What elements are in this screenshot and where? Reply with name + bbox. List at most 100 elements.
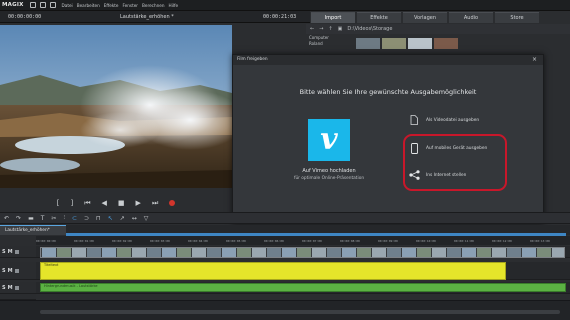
mark-in-icon[interactable]: [	[57, 199, 60, 207]
solo-toggle[interactable]: S	[2, 285, 6, 291]
share-dialog: Film freigeben × Bitte wählen Sie Ihre g…	[232, 54, 544, 224]
close-icon[interactable]: ×	[532, 56, 537, 63]
tab-vorlagen[interactable]: Vorlagen	[403, 12, 447, 23]
clip-frame-thumbnail	[146, 248, 161, 257]
track-settings-icon[interactable]	[14, 249, 19, 254]
range-icon[interactable]: ↔	[132, 215, 137, 222]
clip-frame-thumbnail	[506, 248, 521, 257]
cursor-icon[interactable]: ↖	[108, 215, 113, 222]
cut-icon[interactable]: ✂	[51, 215, 56, 222]
prev-marker-icon[interactable]: ⏮	[84, 199, 90, 208]
clip-frame-thumbnail	[281, 248, 296, 257]
ruler-tick-label: 00:00:11:00	[454, 238, 474, 243]
mute-toggle[interactable]: M	[8, 268, 13, 274]
clip-frame-thumbnail	[446, 248, 461, 257]
record-icon[interactable]	[169, 200, 176, 206]
clip-frame-thumbnail	[71, 248, 86, 257]
prev-frame-icon[interactable]: ◀	[102, 199, 107, 207]
ruler-tick-label: 00:00:00:00	[36, 238, 56, 243]
new-file-icon[interactable]	[29, 2, 36, 8]
clip-frame-thumbnail	[326, 248, 341, 257]
split-icon[interactable]: ⫶	[63, 214, 65, 222]
clip-frame-thumbnail	[266, 248, 281, 257]
horizontal-scrollbar[interactable]	[40, 310, 560, 314]
clip-frame-thumbnail	[401, 248, 416, 257]
solo-toggle[interactable]: S	[2, 249, 6, 255]
tab-store[interactable]: Store	[495, 12, 539, 23]
vimeo-logo-icon: v	[320, 122, 338, 157]
menu-effekte[interactable]: Effekte	[104, 3, 119, 8]
media-thumbnail[interactable]	[356, 38, 380, 49]
tab-audio[interactable]: Audio	[449, 12, 493, 23]
mute-toggle[interactable]: M	[8, 249, 13, 255]
menu-datei[interactable]: Datei	[62, 3, 73, 8]
transport-controls: [ ] ⏮ ◀ ■ ▶ ⏭	[0, 196, 232, 210]
solo-toggle[interactable]: S	[2, 268, 6, 274]
option-video-file[interactable]: Als Videodatei ausgeben	[408, 114, 528, 126]
next-frame-icon[interactable]: ⏭	[152, 199, 158, 208]
snap-icon[interactable]: ⊓	[96, 215, 101, 222]
clip-frame-thumbnail	[176, 248, 191, 257]
timeline-ruler[interactable]: 00:00:00:00 00:00:01:00 00:00:02:00 00:00:0…	[36, 236, 570, 245]
clip-frame-thumbnail	[236, 248, 251, 257]
up-icon[interactable]: ↑	[328, 26, 332, 32]
undo-icon[interactable]: ↶	[4, 215, 9, 222]
clip-frame-thumbnail	[86, 248, 101, 257]
clip-frame-thumbnail	[476, 248, 491, 257]
title-clip[interactable]	[40, 262, 506, 280]
track-settings-icon[interactable]	[14, 285, 19, 290]
stop-icon[interactable]: ■	[118, 199, 125, 207]
mute-toggle[interactable]: M	[8, 285, 13, 291]
marker-icon[interactable]: ▽	[144, 215, 149, 222]
video-clip[interactable]	[40, 247, 565, 258]
clip-frame-thumbnail	[191, 248, 206, 257]
clip-frame-thumbnail	[461, 248, 476, 257]
delete-icon[interactable]: ▬	[28, 215, 34, 222]
clip-frame-thumbnail	[356, 248, 371, 257]
tab-import[interactable]: Import	[311, 12, 355, 23]
open-folder-icon[interactable]	[39, 2, 46, 8]
tab-effekte[interactable]: Effekte	[357, 12, 401, 23]
menu-fenster[interactable]: Fenster	[123, 3, 139, 8]
clip-frame-thumbnail	[116, 248, 131, 257]
timeline-toolbar: ↶ ↷ ▬ T ✂ ⫶ ⊂ ⊃ ⊓ ↖ ↗ ↔ ▽	[0, 212, 570, 224]
ruler-tick-label: 00:00:12:00	[492, 238, 512, 243]
media-thumbnail[interactable]	[408, 38, 432, 49]
audio-clip[interactable]	[40, 283, 566, 292]
ruler-tick-label: 00:00:08:00	[340, 238, 360, 243]
timeline-tab[interactable]: Lautstärke_erhöhen*	[0, 225, 66, 235]
media-thumbnail[interactable]	[434, 38, 458, 49]
dialog-title: Film freigeben	[237, 57, 268, 62]
ruler-tick-label: 00:00:02:00	[112, 238, 132, 243]
track-settings-icon[interactable]	[14, 268, 19, 273]
pointer-icon[interactable]: ↗	[120, 215, 125, 222]
text-icon[interactable]: T	[41, 215, 45, 222]
save-icon[interactable]	[49, 2, 56, 8]
link-icon[interactable]: ⊃	[84, 215, 89, 222]
path-field[interactable]: D:\Videos\Storage	[347, 26, 392, 32]
vimeo-sublabel: für optimale Online-Präsentation	[293, 176, 365, 181]
clip-frame-thumbnail	[101, 248, 116, 257]
back-icon[interactable]: ←	[310, 26, 314, 32]
menu-hilfe[interactable]: Hilfe	[169, 3, 179, 8]
vimeo-upload-button[interactable]: v	[308, 119, 350, 161]
menu-berechnen[interactable]: Berechnen	[142, 3, 165, 8]
play-icon[interactable]: ▶	[136, 199, 141, 207]
clip-frame-thumbnail	[551, 248, 564, 257]
clip-frame-thumbnail	[161, 248, 176, 257]
media-thumbnail[interactable]	[382, 38, 406, 49]
clip-frame-thumbnail	[431, 248, 446, 257]
forward-icon[interactable]: →	[319, 26, 323, 32]
tree-item-roland[interactable]: Roland	[309, 41, 354, 47]
redo-icon[interactable]: ↷	[16, 215, 21, 222]
mark-out-icon[interactable]: ]	[70, 199, 73, 207]
ruler-tick-label: 00:00:13:00	[530, 238, 550, 243]
clip-frame-thumbnail	[371, 248, 386, 257]
ruler-tick-label: 00:00:05:00	[226, 238, 246, 243]
group-icon[interactable]: ⊂	[72, 215, 77, 222]
video-preview[interactable]	[0, 25, 232, 188]
ruler-tick-label: 00:00:04:00	[188, 238, 208, 243]
project-title[interactable]: Lautstärke_erhöhen *	[120, 14, 174, 20]
menu-bearbeiten[interactable]: Bearbeiten	[77, 3, 100, 8]
folder-icon[interactable]: ▣	[338, 26, 343, 32]
